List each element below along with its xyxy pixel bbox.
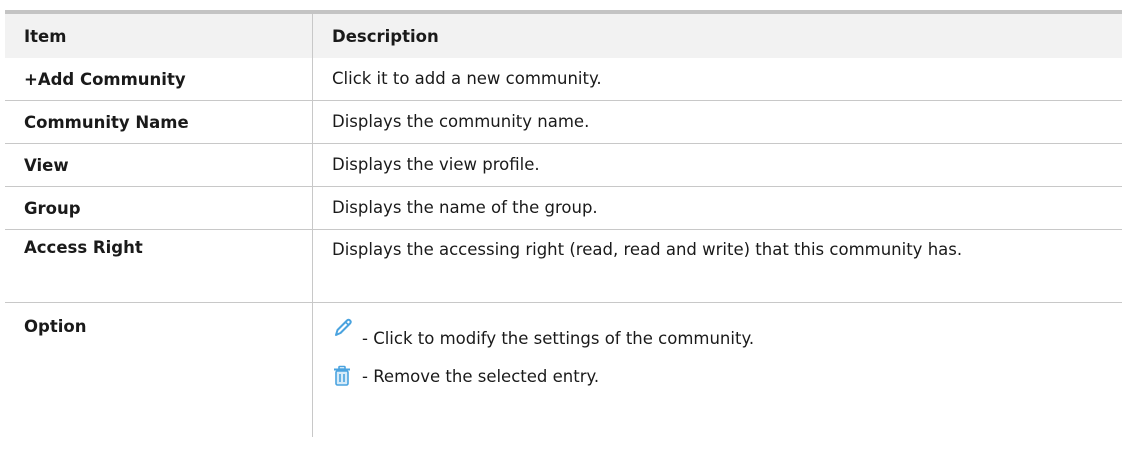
table-row: Community Name Displays the community na… xyxy=(5,100,1122,144)
row-description: - Click to modify the settings of the co… xyxy=(313,303,1122,438)
trash-icon xyxy=(332,361,356,389)
option-remove-text: - Remove the selected entry. xyxy=(362,367,600,386)
row-item: Access Right xyxy=(5,229,313,303)
row-description: Displays the accessing right (read, read… xyxy=(312,229,1122,303)
header-description: Description xyxy=(312,12,1122,58)
row-item: +Add Community xyxy=(5,58,313,101)
row-description: Click it to add a new community. xyxy=(312,58,1122,101)
row-description: Displays the community name. xyxy=(312,100,1122,144)
table-row: Group Displays the name of the group. xyxy=(5,186,1122,230)
description-table: Item Description +Add Community Click it… xyxy=(5,10,1122,437)
table-header-row: Item Description xyxy=(5,12,1122,58)
row-item: Community Name xyxy=(5,100,313,144)
table-row: Access Right Displays the accessing righ… xyxy=(5,229,1122,303)
table-row: Option - Click to modify the settings of… xyxy=(5,302,1122,438)
row-item: Group xyxy=(5,186,313,230)
option-edit-line: - Click to modify the settings of the co… xyxy=(332,317,1102,351)
pencil-edit-icon xyxy=(332,317,356,351)
table-row: +Add Community Click it to add a new com… xyxy=(5,58,1122,101)
row-description: Displays the name of the group. xyxy=(312,186,1122,230)
header-item: Item xyxy=(5,12,313,58)
option-edit-text: - Click to modify the settings of the co… xyxy=(362,329,755,348)
row-item: View xyxy=(5,143,313,187)
row-item: Option xyxy=(5,302,313,437)
option-remove-line: - Remove the selected entry. xyxy=(332,361,1102,389)
table-row: View Displays the view profile. xyxy=(5,143,1122,187)
row-description: Displays the view profile. xyxy=(312,143,1122,187)
